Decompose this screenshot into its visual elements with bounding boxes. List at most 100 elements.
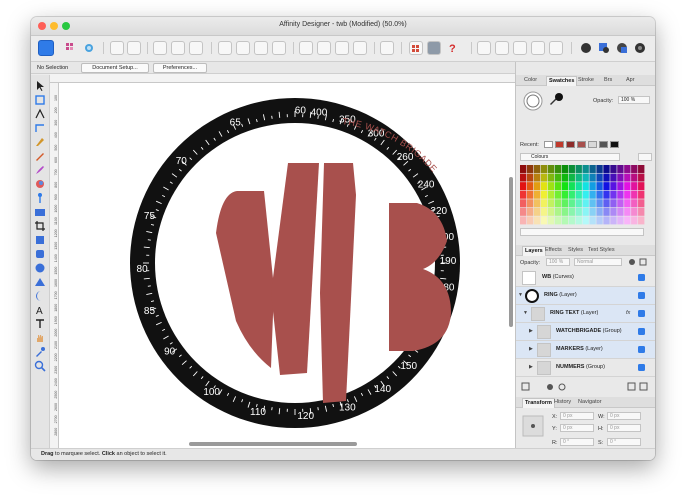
layer-row[interactable]: ▼ RING (Layer) (516, 287, 655, 305)
color-swatch[interactable] (610, 190, 617, 199)
tab-appearance[interactable]: Apr (626, 77, 635, 83)
layer-row[interactable]: ▶ MARKERS (Layer) (516, 341, 655, 359)
expand-arrow-icon[interactable]: ▶ (529, 328, 533, 334)
vertical-ruler[interactable]: 100 200 300 400 500 600 700 800 900 1000 1100 1200 1… (50, 83, 59, 448)
color-swatch[interactable] (568, 173, 575, 182)
layer-visibility-checkbox[interactable] (638, 274, 645, 281)
document-setup-button[interactable]: Document Setup... (81, 63, 149, 73)
frame-text-tool[interactable] (34, 317, 46, 329)
color-swatch[interactable] (582, 182, 589, 191)
color-swatch[interactable] (520, 190, 527, 199)
color-swatch[interactable] (582, 165, 589, 173)
color-swatch[interactable] (540, 216, 548, 225)
recent-color-swatch[interactable] (566, 141, 575, 148)
color-swatch[interactable] (520, 173, 527, 182)
color-swatch[interactable] (575, 173, 582, 182)
insert-mode-button[interactable] (633, 41, 647, 55)
color-swatch[interactable] (596, 216, 603, 225)
boolean-divide-button[interactable] (549, 41, 563, 55)
color-swatch[interactable] (603, 207, 610, 216)
color-swatch[interactable] (554, 216, 562, 225)
color-swatch[interactable] (610, 173, 617, 182)
y-field[interactable]: 0 px (560, 424, 594, 432)
arrange-backward-button[interactable] (254, 41, 268, 55)
color-swatch[interactable] (582, 199, 589, 208)
color-swatch[interactable] (547, 190, 555, 199)
color-swatch[interactable] (575, 207, 582, 216)
ellipse-tool[interactable] (34, 261, 46, 273)
color-swatch[interactable] (561, 207, 569, 216)
layer-visibility-checkbox[interactable] (638, 328, 645, 335)
view-tool[interactable] (34, 331, 46, 343)
layer-opacity-field[interactable]: 100 % (546, 258, 570, 266)
color-swatch[interactable] (631, 199, 638, 208)
boolean-intersect-button[interactable] (513, 41, 527, 55)
color-swatch[interactable] (533, 182, 541, 191)
expand-arrow-icon[interactable]: ▶ (529, 346, 533, 352)
color-swatch[interactable] (575, 199, 582, 208)
color-swatch[interactable] (603, 165, 610, 173)
boolean-subtract-button[interactable] (495, 41, 509, 55)
color-swatch[interactable] (533, 216, 541, 225)
boolean-add-button[interactable] (477, 41, 491, 55)
document-settings-button[interactable] (110, 41, 124, 55)
rounded-rectangle-tool[interactable] (34, 247, 46, 259)
color-swatch[interactable] (582, 207, 589, 216)
blend-mode-select[interactable]: Normal (574, 258, 622, 266)
color-swatch[interactable] (582, 216, 589, 225)
color-swatch[interactable] (561, 190, 569, 199)
insert-behind-button[interactable] (597, 41, 611, 55)
layer-visibility-checkbox[interactable] (638, 364, 645, 371)
place-image-tool[interactable] (34, 205, 46, 217)
color-swatch[interactable] (554, 173, 562, 182)
color-swatch[interactable] (540, 190, 548, 199)
recent-color-swatch[interactable] (544, 141, 553, 148)
color-swatch[interactable] (540, 207, 548, 216)
color-swatch[interactable] (596, 199, 603, 208)
no-entry-button[interactable] (127, 41, 141, 55)
color-swatch[interactable] (568, 216, 575, 225)
color-swatch[interactable] (603, 173, 610, 182)
corner-tool[interactable] (34, 121, 46, 133)
color-swatch[interactable] (520, 199, 527, 208)
color-swatch[interactable] (603, 199, 610, 208)
insert-top-button[interactable] (615, 41, 629, 55)
designer-persona-button[interactable] (38, 40, 54, 56)
distribute-button[interactable] (380, 41, 394, 55)
fill-tool[interactable] (34, 177, 46, 189)
x-field[interactable]: 0 px (560, 412, 594, 420)
preferences-button[interactable]: Preferences... (153, 63, 207, 73)
color-swatch[interactable] (554, 165, 562, 173)
color-swatch[interactable] (568, 182, 575, 191)
expand-arrow-icon[interactable]: ▼ (518, 292, 523, 298)
color-swatch[interactable] (547, 182, 555, 191)
boolean-xor-button[interactable] (531, 41, 545, 55)
insert-inside-button[interactable] (579, 41, 593, 55)
color-swatch[interactable] (638, 182, 645, 191)
color-swatch[interactable] (540, 199, 548, 208)
color-swatch[interactable] (624, 173, 631, 182)
color-swatch[interactable] (631, 165, 638, 173)
h-field[interactable]: 0 px (607, 424, 641, 432)
color-swatch[interactable] (533, 199, 541, 208)
color-swatch[interactable] (624, 199, 631, 208)
color-swatch[interactable] (575, 190, 582, 199)
color-swatch[interactable] (603, 216, 610, 225)
color-swatch[interactable] (554, 182, 562, 191)
color-swatch[interactable] (638, 173, 645, 182)
recent-color-swatch[interactable] (577, 141, 586, 148)
color-swatch[interactable] (533, 173, 541, 182)
transparency-tool[interactable] (34, 191, 46, 203)
anchor-point-selector[interactable] (522, 415, 544, 437)
color-swatch[interactable] (582, 190, 589, 199)
zoom-tool[interactable] (34, 359, 46, 372)
color-swatch[interactable] (540, 182, 548, 191)
crop-tool[interactable] (34, 219, 46, 231)
snap-grid-button[interactable] (189, 41, 203, 55)
color-swatch[interactable] (631, 173, 638, 182)
color-swatch[interactable] (568, 190, 575, 199)
watch-bezel-artwork[interactable]: 6065707580859010011012013014015016017018… (59, 83, 515, 448)
layer-row[interactable]: ▶ NUMMERS (Group) (516, 359, 655, 377)
recent-color-swatch[interactable] (588, 141, 597, 148)
tab-transform[interactable]: Transform (522, 398, 555, 408)
